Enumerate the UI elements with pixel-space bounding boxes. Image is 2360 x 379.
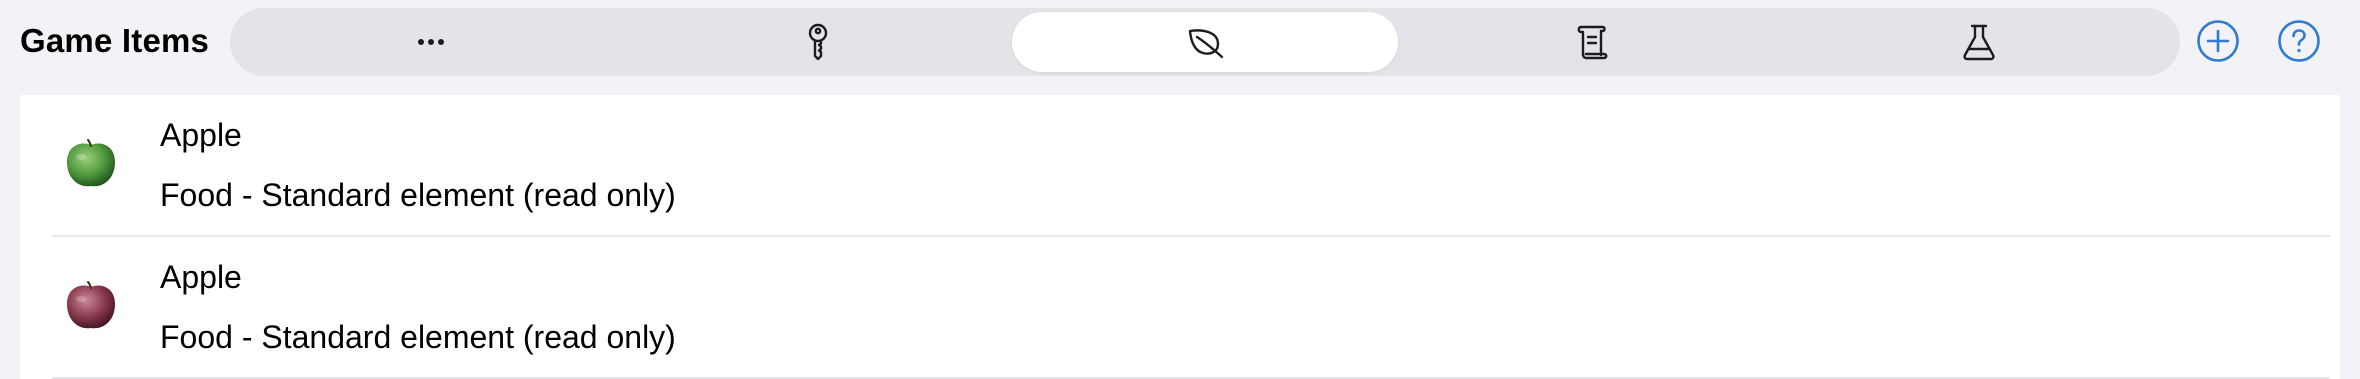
help-button[interactable] — [2277, 19, 2321, 63]
leaf-icon — [1188, 29, 1224, 59]
red-apple-icon — [67, 281, 115, 329]
segment-more[interactable] — [238, 12, 625, 72]
segment-potions[interactable] — [1785, 12, 2172, 72]
ellipsis-icon — [418, 39, 445, 45]
item-title: Apple — [160, 117, 242, 153]
list-item[interactable]: Apple Food - Standard element (read only… — [20, 95, 2340, 237]
plus-circle-icon — [2197, 20, 2239, 62]
question-circle-icon — [2278, 20, 2320, 62]
top-bar: Game Items — [0, 0, 2360, 84]
segment-keys[interactable] — [625, 12, 1012, 72]
page-title: Game Items — [20, 22, 210, 59]
list-item[interactable]: Apple Food - Standard element (read only… — [20, 237, 2340, 379]
items-list: Apple Food - Standard element (read only… — [20, 95, 2340, 379]
add-item-button[interactable] — [2196, 19, 2240, 63]
item-thumbnail — [62, 277, 120, 335]
green-apple-icon — [67, 139, 115, 187]
item-title: Apple — [160, 259, 242, 295]
segment-documents[interactable] — [1398, 12, 1785, 72]
key-icon — [808, 23, 828, 61]
flask-icon — [1962, 24, 1995, 61]
item-thumbnail — [62, 135, 120, 193]
item-subtitle: Food - Standard element (read only) — [160, 177, 676, 213]
segment-food[interactable] — [1011, 12, 1399, 72]
scroll-icon — [1577, 25, 1608, 60]
item-subtitle: Food - Standard element (read only) — [160, 319, 676, 355]
category-segmented-control — [230, 8, 2180, 76]
